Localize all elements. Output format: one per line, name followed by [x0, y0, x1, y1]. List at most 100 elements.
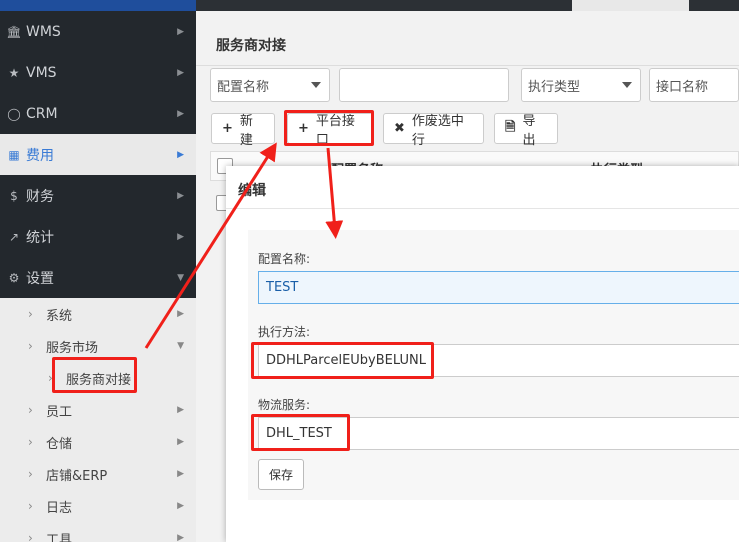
menu-label: 统计 [26, 229, 54, 246]
submenu-label: 工具 [46, 532, 73, 542]
submenu-item-staff[interactable]: › 员工 ▶ [0, 394, 196, 426]
user-icon: ◯ [7, 106, 21, 121]
sidebar: 🏛 WMS ▶ ★ VMS ▶ ◯ CRM ▶ ▦ 费用 ▶ $ 财务 ▶ ↗ … [0, 0, 196, 542]
caret-down-icon [311, 82, 321, 88]
chevron-right-icon: ▶ [177, 533, 184, 542]
modal-divider [226, 208, 739, 209]
exec-method-label: 执行方法: [258, 325, 311, 339]
plus-icon: + [298, 121, 309, 136]
table-icon: ▦ [8, 147, 20, 162]
chevron-down-icon: ▼ [177, 272, 184, 283]
dollar-icon: $ [10, 188, 18, 203]
submenu-item-tools[interactable]: › 工具 ▶ [0, 522, 196, 542]
close-icon: ✖ [394, 121, 405, 136]
submenu-item-logs[interactable]: › 日志 ▶ [0, 490, 196, 522]
platform-api-button[interactable]: + 平台接口 [287, 113, 373, 148]
submenu-label: 员工 [46, 404, 73, 420]
menu-label: CRM [26, 105, 58, 122]
menu-item-fees[interactable]: ▦ 费用 ▶ [0, 134, 196, 175]
submenu-item-system[interactable]: › 系统 ▶ [0, 298, 196, 330]
chevron-right-icon: ▶ [177, 405, 184, 415]
export-button[interactable]: 🗎 导出 [494, 113, 558, 148]
edit-modal: 编辑 配置名称: TEST 执行方法: DDHLParcelEUbyBELUNL… [226, 166, 739, 542]
chevron-right-icon: ▶ [177, 437, 184, 447]
chart-line-icon: ↗ [8, 229, 20, 244]
submenu-label: 服务商对接 [66, 372, 132, 388]
submenu-item-service-provider[interactable]: › 服务商对接 [0, 362, 196, 394]
config-name-label: 配置名称: [258, 252, 311, 266]
config-name-select[interactable]: 配置名称 [210, 68, 330, 102]
gear-icon: ⚙ [8, 270, 20, 285]
submenu-label: 日志 [46, 500, 73, 516]
config-name-input[interactable] [339, 68, 509, 102]
menu-item-vms[interactable]: ★ VMS ▶ [0, 52, 196, 93]
chevron-right-icon: › [28, 435, 33, 449]
top-navbar [196, 0, 739, 11]
field-value: DDHLParcelEUbyBELUNL [266, 353, 426, 368]
menu-item-wms[interactable]: 🏛 WMS ▶ [0, 11, 196, 52]
modal-form: 配置名称: TEST 执行方法: DDHLParcelEUbyBELUNL 物流… [248, 230, 739, 500]
chevron-right-icon: › [28, 499, 33, 513]
submenu-item-service-market[interactable]: › 服务市场 ▼ [0, 330, 196, 362]
menu-item-settings[interactable]: ⚙ 设置 ▼ [0, 257, 196, 298]
logistics-service-label: 物流服务: [258, 398, 311, 412]
menu-label: 财务 [26, 188, 54, 205]
field-value: TEST [266, 280, 299, 295]
chevron-right-icon: ▶ [177, 309, 184, 319]
chevron-down-icon: ▼ [177, 341, 184, 351]
void-selected-button[interactable]: ✖ 作废选中行 [383, 113, 484, 148]
submenu-label: 店铺&ERP [46, 468, 108, 484]
exec-method-field[interactable]: DDHLParcelEUbyBELUNL [258, 344, 739, 377]
sidebar-header-strip [0, 0, 196, 11]
chevron-right-icon: ▶ [177, 67, 184, 78]
chevron-right-icon: › [28, 339, 33, 353]
chevron-right-icon: › [28, 467, 33, 481]
chevron-right-icon: › [28, 307, 33, 321]
chevron-right-icon: › [28, 403, 33, 417]
button-label: 平台接口 [315, 113, 355, 148]
active-tab[interactable] [572, 0, 689, 11]
chevron-right-icon: › [48, 371, 53, 385]
submenu-label: 服务市场 [46, 340, 99, 356]
exec-type-select[interactable]: 执行类型 [521, 68, 641, 102]
new-button[interactable]: + 新建 [211, 113, 275, 148]
page-title: 服务商对接 [216, 38, 286, 54]
modal-title: 编辑 [238, 183, 266, 199]
submenu-item-warehouse[interactable]: › 仓储 ▶ [0, 426, 196, 458]
chevron-right-icon: ▶ [177, 149, 184, 160]
chevron-right-icon: ▶ [177, 108, 184, 119]
button-label: 作废选中行 [411, 113, 464, 148]
select-label: 配置名称 [217, 79, 270, 95]
bank-icon: 🏛 [6, 24, 22, 39]
menu-label: WMS [26, 23, 61, 40]
submenu-label: 仓储 [46, 436, 73, 452]
title-divider [196, 65, 739, 66]
settings-submenu: › 系统 ▶ › 服务市场 ▼ › 服务商对接 › 员工 ▶ › 仓储 ▶ › … [0, 298, 196, 542]
config-name-field[interactable]: TEST [258, 271, 739, 304]
button-label: 导出 [522, 113, 536, 148]
button-label: 新建 [239, 113, 253, 148]
menu-item-crm[interactable]: ◯ CRM ▶ [0, 93, 196, 134]
chevron-right-icon: ▶ [177, 469, 184, 479]
star-icon: ★ [8, 65, 20, 80]
chevron-right-icon: › [28, 531, 33, 542]
menu-item-stats[interactable]: ↗ 统计 ▶ [0, 216, 196, 257]
save-button[interactable]: 保存 [258, 459, 304, 490]
export-file-icon: 🗎 [505, 119, 516, 135]
submenu-item-store-erp[interactable]: › 店铺&ERP ▶ [0, 458, 196, 490]
menu-item-finance[interactable]: $ 财务 ▶ [0, 175, 196, 216]
chevron-right-icon: ▶ [177, 501, 184, 511]
caret-down-icon [622, 82, 632, 88]
menu-label: VMS [26, 64, 57, 81]
submenu-label: 系统 [46, 308, 73, 324]
plus-icon: + [222, 121, 233, 136]
chevron-right-icon: ▶ [177, 26, 184, 37]
input-placeholder: 接口名称 [656, 79, 709, 95]
api-name-input[interactable]: 接口名称 [649, 68, 739, 102]
chevron-right-icon: ▶ [177, 231, 184, 242]
field-value: DHL_TEST [266, 426, 332, 441]
logistics-service-field[interactable]: DHL_TEST [258, 417, 739, 450]
menu-label: 设置 [26, 270, 54, 287]
menu-label: 费用 [26, 147, 54, 164]
select-label: 执行类型 [528, 79, 581, 95]
